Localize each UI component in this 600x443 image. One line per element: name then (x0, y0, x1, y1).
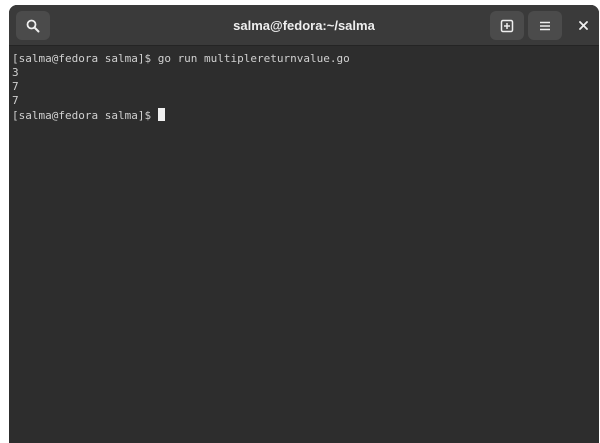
terminal-output[interactable]: [salma@fedora salma]$ go run multipleret… (9, 46, 599, 443)
prompt-line: [salma@fedora salma]$ (12, 108, 599, 122)
terminal-line: [salma@fedora salma]$ go run multipleret… (12, 52, 350, 65)
new-tab-icon (500, 19, 514, 33)
terminal-line: 3 (12, 66, 19, 79)
terminal-window: salma@fedora:~/salma [salma@fedora salma… (9, 5, 599, 443)
new-tab-button[interactable] (490, 11, 524, 40)
main-menu-button[interactable] (528, 11, 562, 40)
shell-prompt: [salma@fedora salma]$ (12, 109, 158, 122)
text-cursor (157, 108, 165, 121)
close-button[interactable] (571, 11, 595, 40)
terminal-line: 7 (12, 80, 19, 93)
search-icon (26, 19, 40, 33)
close-icon (578, 21, 588, 30)
terminal-line: 7 (12, 94, 19, 107)
search-button[interactable] (16, 11, 50, 40)
hamburger-menu-icon (539, 21, 551, 31)
header-bar: salma@fedora:~/salma (9, 5, 599, 46)
